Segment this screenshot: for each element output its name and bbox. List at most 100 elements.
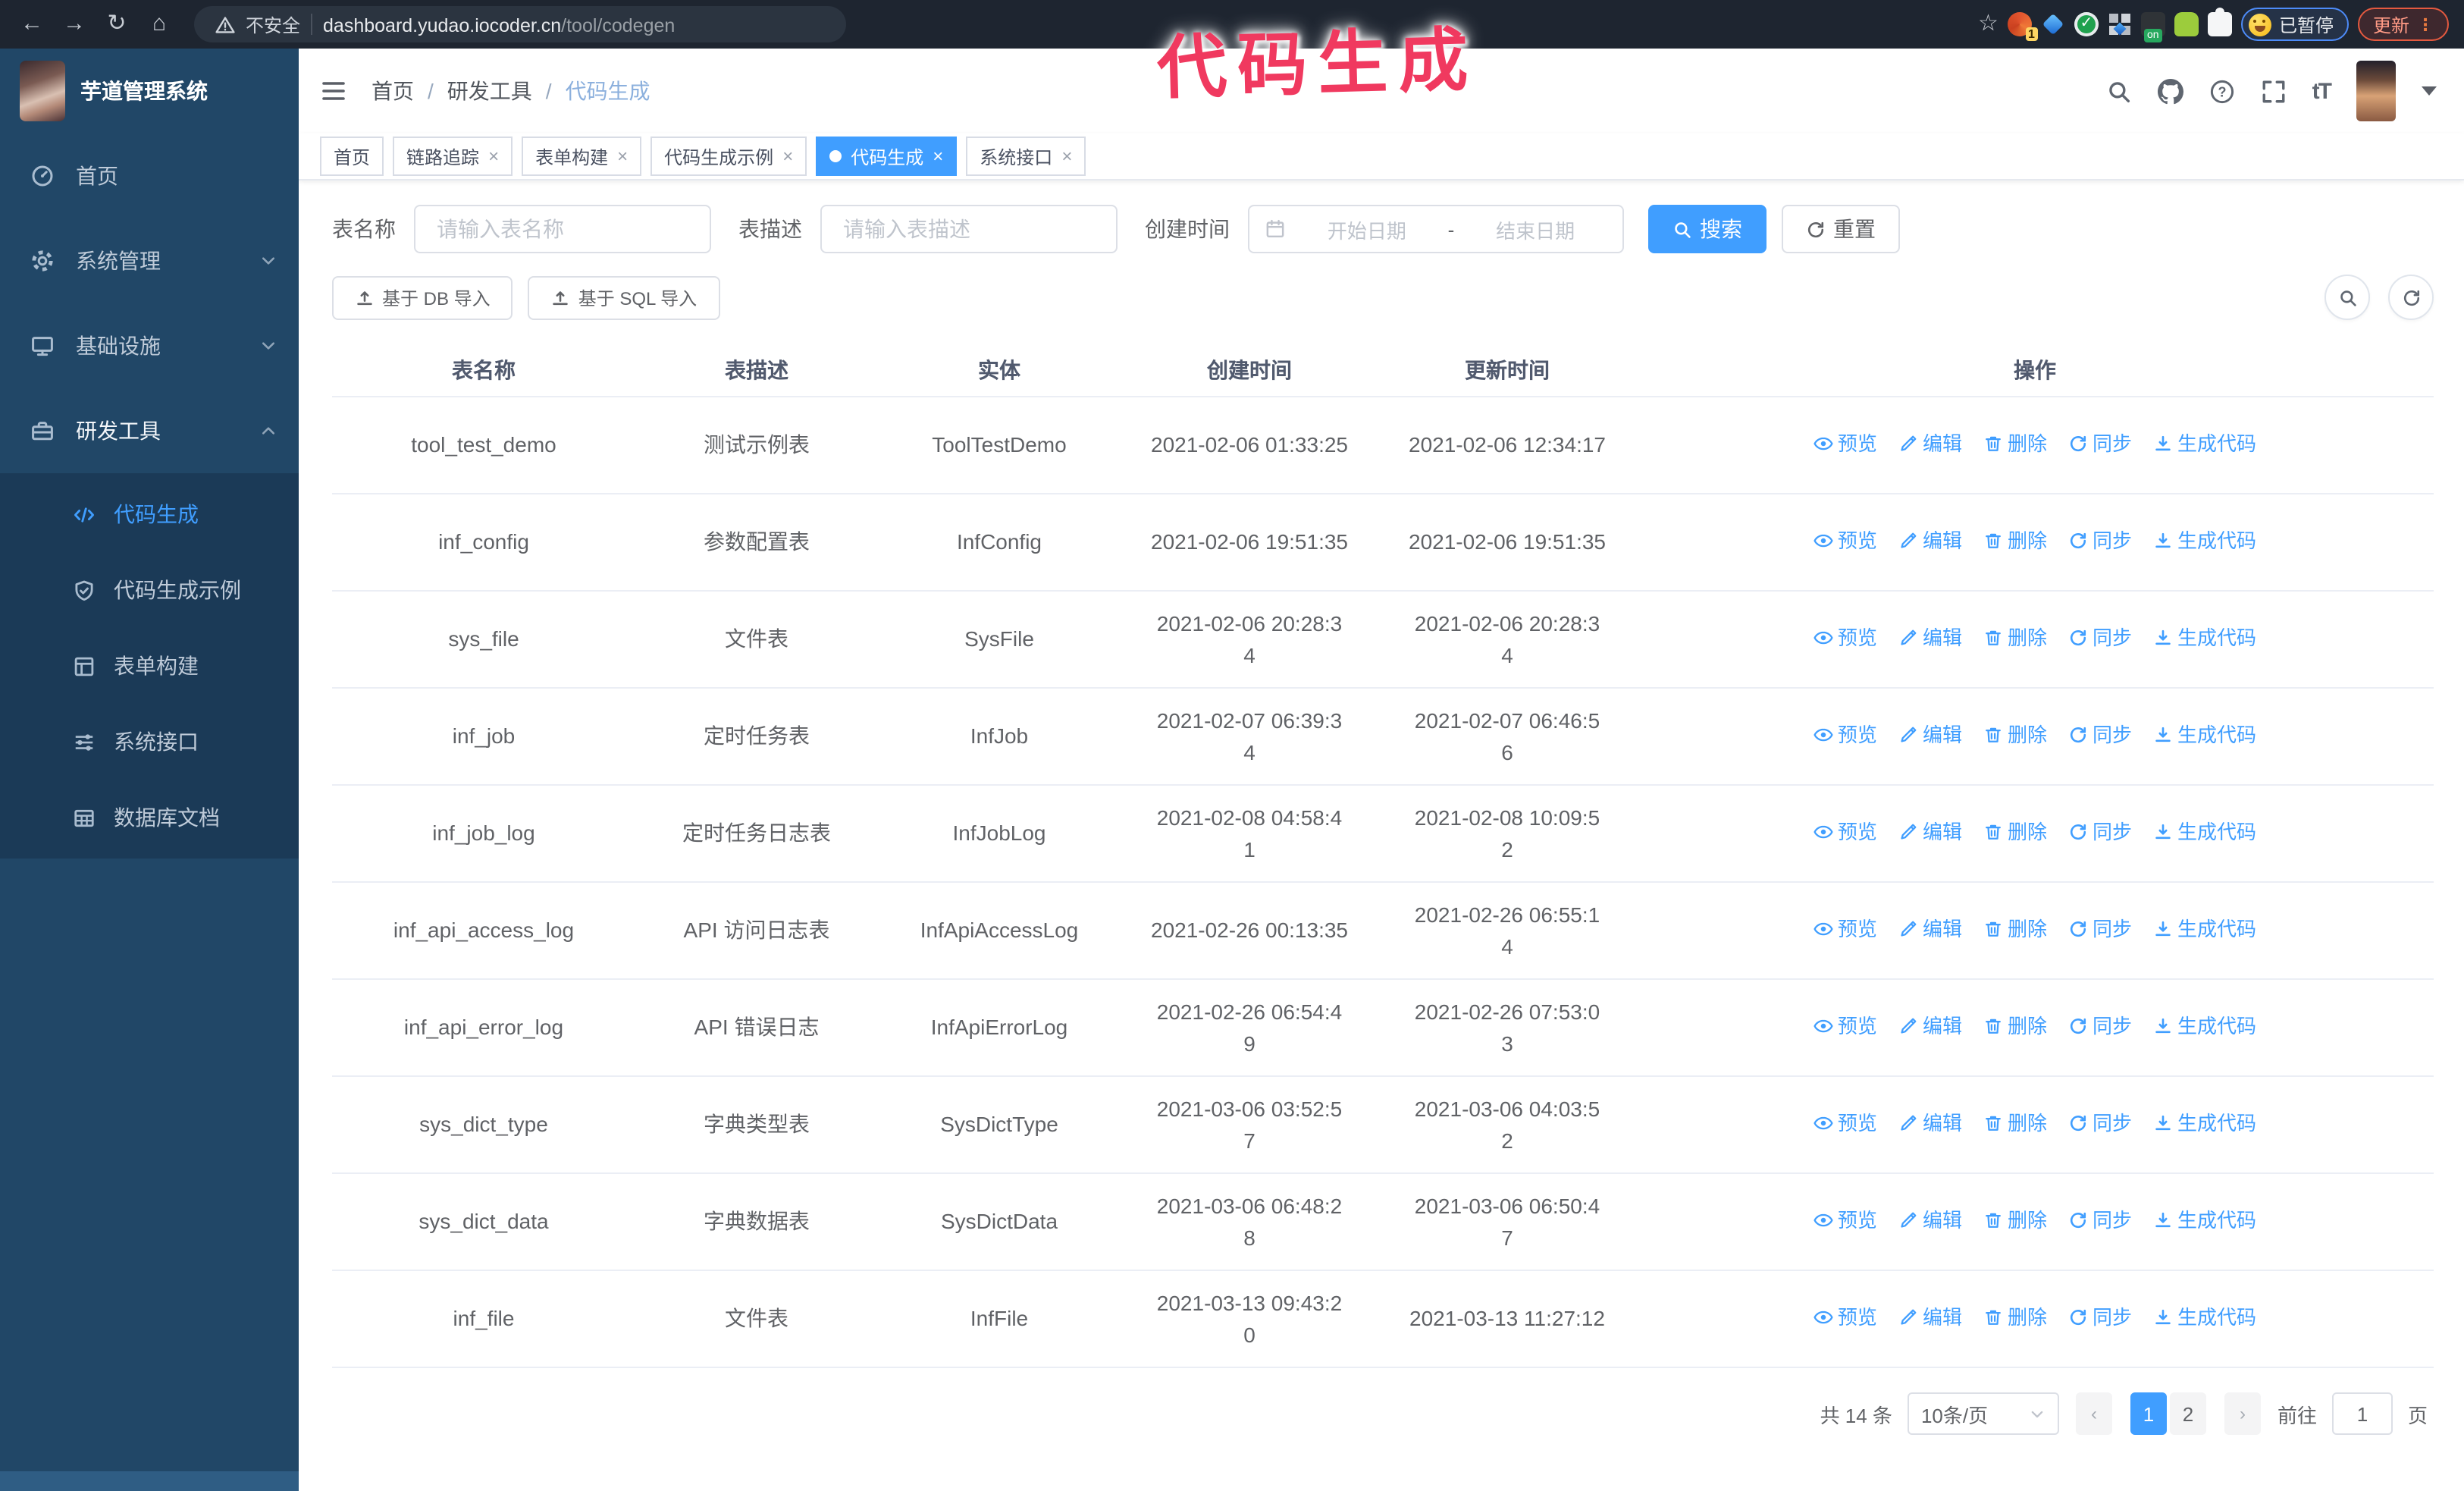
help-icon[interactable] xyxy=(2209,78,2235,104)
row-action-sync[interactable]: 同步 xyxy=(2068,1010,2132,1042)
table-desc-input[interactable] xyxy=(840,215,1098,243)
tag-tab[interactable]: 表单构建 xyxy=(522,137,642,176)
extension-check-icon[interactable]: ✓ xyxy=(2074,12,2099,36)
sidebar-submenu-item[interactable]: 表单构建 xyxy=(0,628,299,704)
search-button[interactable]: 搜索 xyxy=(1648,205,1766,253)
row-action-download[interactable]: 生成代码 xyxy=(2153,622,2256,654)
tag-tab[interactable]: 首页 xyxy=(320,137,384,176)
row-action-delete[interactable]: 删除 xyxy=(1983,622,2047,654)
row-action-download[interactable]: 生成代码 xyxy=(2153,525,2256,557)
page-number-button[interactable]: 1 xyxy=(2130,1392,2167,1435)
tag-tab[interactable]: 代码生成 xyxy=(816,137,958,176)
row-action-edit[interactable]: 编辑 xyxy=(1898,1204,1962,1236)
row-action-edit[interactable]: 编辑 xyxy=(1898,913,1962,945)
row-action-eye[interactable]: 预览 xyxy=(1814,913,1877,945)
row-action-delete[interactable]: 删除 xyxy=(1983,1107,2047,1139)
row-action-eye[interactable]: 预览 xyxy=(1814,816,1877,848)
sidebar-menu-item[interactable]: 基础设施 xyxy=(0,303,299,388)
row-action-eye[interactable]: 预览 xyxy=(1814,1204,1877,1236)
browser-forward-icon[interactable]: → xyxy=(58,0,91,49)
extension-dark-icon[interactable]: on xyxy=(2140,12,2165,42)
row-action-sync[interactable]: 同步 xyxy=(2068,913,2132,945)
github-icon[interactable] xyxy=(2158,78,2183,104)
row-action-delete[interactable]: 删除 xyxy=(1983,1301,2047,1333)
row-action-sync[interactable]: 同步 xyxy=(2068,1301,2132,1333)
prev-page-button[interactable]: ‹ xyxy=(2075,1392,2112,1435)
row-action-download[interactable]: 生成代码 xyxy=(2153,816,2256,848)
search-icon[interactable] xyxy=(2106,78,2132,104)
page-number-button[interactable]: 2 xyxy=(2169,1392,2206,1435)
row-action-sync[interactable]: 同步 xyxy=(2068,622,2132,654)
font-size-icon[interactable]: tT xyxy=(2312,78,2332,104)
breadcrumb-home[interactable]: 首页 xyxy=(371,76,414,106)
app-logo[interactable]: 芋道管理系统 xyxy=(0,49,299,133)
row-action-eye[interactable]: 预览 xyxy=(1814,525,1877,557)
caret-down-icon[interactable] xyxy=(2422,86,2437,96)
close-icon[interactable] xyxy=(488,147,499,165)
row-action-sync[interactable]: 同步 xyxy=(2068,719,2132,751)
sidebar-menu-item[interactable]: 研发工具 xyxy=(0,388,299,473)
row-action-edit[interactable]: 编辑 xyxy=(1898,525,1962,557)
reset-button[interactable]: 重置 xyxy=(1782,205,1900,253)
row-action-edit[interactable]: 编辑 xyxy=(1898,816,1962,848)
row-action-download[interactable]: 生成代码 xyxy=(2153,913,2256,945)
row-action-sync[interactable]: 同步 xyxy=(2068,1204,2132,1236)
goto-page-input[interactable] xyxy=(2331,1392,2393,1435)
import-sql-button[interactable]: 基于 SQL 导入 xyxy=(528,275,720,319)
browser-home-icon[interactable]: ⌂ xyxy=(143,0,176,49)
sidebar-menu-item[interactable]: 首页 xyxy=(0,133,299,218)
import-db-button[interactable]: 基于 DB 导入 xyxy=(332,275,513,319)
row-action-delete[interactable]: 删除 xyxy=(1983,1204,2047,1236)
row-action-delete[interactable]: 删除 xyxy=(1983,525,2047,557)
tag-tab[interactable]: 链路追踪 xyxy=(393,137,513,176)
toggle-search-button[interactable] xyxy=(2324,275,2370,320)
sidebar-collapse-bar[interactable] xyxy=(0,1471,299,1491)
extension-grid-icon[interactable] xyxy=(2108,12,2132,36)
row-action-delete[interactable]: 删除 xyxy=(1983,913,2047,945)
bookmark-star-icon[interactable]: ☆ xyxy=(1978,0,1998,49)
close-icon[interactable] xyxy=(1061,147,1072,165)
browser-back-icon[interactable]: ← xyxy=(15,0,49,49)
breadcrumb-dev-tools[interactable]: 研发工具 xyxy=(447,76,532,106)
row-action-delete[interactable]: 删除 xyxy=(1983,816,2047,848)
row-action-eye[interactable]: 预览 xyxy=(1814,428,1877,460)
close-icon[interactable] xyxy=(782,147,793,165)
row-action-sync[interactable]: 同步 xyxy=(2068,428,2132,460)
row-action-eye[interactable]: 预览 xyxy=(1814,622,1877,654)
page-size-select[interactable]: 10条/页 xyxy=(1907,1392,2059,1435)
row-action-delete[interactable]: 删除 xyxy=(1983,428,2047,460)
tag-tab[interactable]: 代码生成示例 xyxy=(650,137,807,176)
row-action-download[interactable]: 生成代码 xyxy=(2153,1204,2256,1236)
sidebar-submenu-item[interactable]: 数据库文档 xyxy=(0,780,299,855)
browser-reload-icon[interactable]: ↻ xyxy=(100,0,133,49)
row-action-eye[interactable]: 预览 xyxy=(1814,1010,1877,1042)
tag-tab[interactable]: 系统接口 xyxy=(966,137,1086,176)
row-action-eye[interactable]: 预览 xyxy=(1814,1301,1877,1333)
avatar[interactable] xyxy=(2356,61,2396,121)
extension-firefox-icon[interactable]: 1 xyxy=(2007,12,2038,41)
row-action-download[interactable]: 生成代码 xyxy=(2153,1107,2256,1139)
row-action-download[interactable]: 生成代码 xyxy=(2153,1301,2256,1333)
row-action-download[interactable]: 生成代码 xyxy=(2153,1010,2256,1042)
close-icon[interactable] xyxy=(617,147,628,165)
close-icon[interactable] xyxy=(933,147,943,165)
extension-puzzle-icon[interactable] xyxy=(2207,8,2232,36)
date-range-picker[interactable]: 开始日期 - 结束日期 xyxy=(1248,205,1624,253)
row-action-download[interactable]: 生成代码 xyxy=(2153,719,2256,751)
fullscreen-icon[interactable] xyxy=(2261,78,2287,104)
sidebar-menu-item[interactable]: 系统管理 xyxy=(0,218,299,303)
update-button[interactable]: 更新 ⋮ xyxy=(2357,8,2449,41)
sidebar-submenu-item[interactable]: 系统接口 xyxy=(0,704,299,780)
extension-gem-icon[interactable] xyxy=(2041,12,2065,36)
sidebar-submenu-item[interactable]: 代码生成示例 xyxy=(0,552,299,628)
row-action-edit[interactable]: 编辑 xyxy=(1898,719,1962,751)
refresh-table-button[interactable] xyxy=(2388,275,2434,320)
row-action-eye[interactable]: 预览 xyxy=(1814,1107,1877,1139)
sidebar-submenu-item[interactable]: 代码生成 xyxy=(0,476,299,552)
table-name-input[interactable] xyxy=(434,215,691,243)
row-action-edit[interactable]: 编辑 xyxy=(1898,428,1962,460)
row-action-edit[interactable]: 编辑 xyxy=(1898,1107,1962,1139)
row-action-delete[interactable]: 删除 xyxy=(1983,719,2047,751)
row-action-edit[interactable]: 编辑 xyxy=(1898,1301,1962,1333)
row-action-download[interactable]: 生成代码 xyxy=(2153,428,2256,460)
